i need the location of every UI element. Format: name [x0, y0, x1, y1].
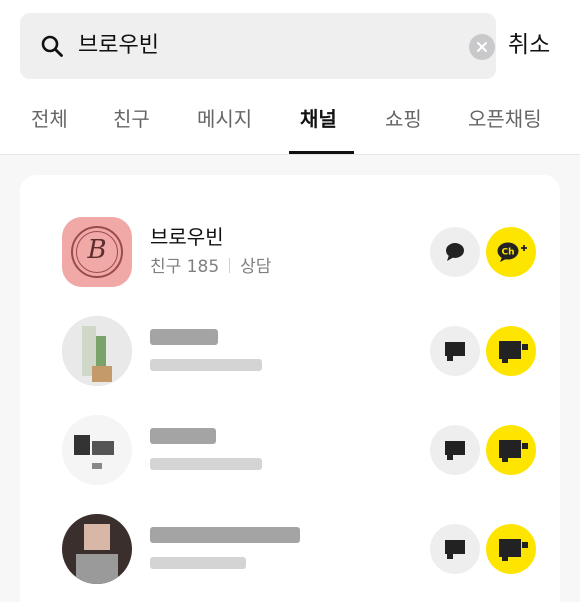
svg-text:Ch: Ch [501, 248, 514, 258]
add-channel-button[interactable] [486, 524, 536, 574]
avatar-pixel [92, 463, 102, 469]
blurred-name [150, 428, 216, 444]
add-channel-button[interactable] [486, 326, 536, 376]
clear-search-button[interactable] [469, 34, 495, 60]
cancel-button[interactable]: 취소 [508, 30, 550, 60]
active-tab-indicator [289, 151, 354, 154]
channel-meta: 친구 185 상담 [150, 256, 271, 278]
chat-button[interactable] [430, 326, 480, 376]
channel-result-row[interactable]: B 브로우빈 친구 185 상담 Ch [20, 212, 560, 292]
blurred-meta [150, 458, 262, 470]
search-input[interactable]: 브로우빈 [78, 31, 159, 61]
avatar-pixel [74, 435, 90, 455]
tab-friends[interactable]: 친구 [113, 106, 150, 132]
blurred-meta [150, 557, 246, 569]
tab-open-chat[interactable]: 오픈채팅 [468, 106, 542, 132]
channel-logo: B [62, 217, 132, 287]
channel-avatar [62, 415, 132, 485]
add-channel-button[interactable] [486, 425, 536, 475]
channel-result-row[interactable] [20, 311, 560, 391]
avatar-pixel [92, 441, 114, 455]
avatar-pixel [92, 366, 112, 382]
chat-button[interactable] [430, 425, 480, 475]
ch-plus-icon [499, 341, 528, 363]
consult-label: 상담 [240, 257, 272, 277]
tab-messages[interactable]: 메시지 [197, 106, 252, 132]
search-tabs: 전체 친구 메시지 채널 쇼핑 오픈채팅 [0, 98, 580, 155]
friend-count: 친구 185 [150, 257, 220, 277]
close-icon [477, 42, 487, 52]
add-channel-button[interactable]: Ch [486, 227, 536, 277]
ch-plus-icon [499, 440, 528, 462]
channel-result-row[interactable] [20, 410, 560, 490]
tab-shopping[interactable]: 쇼핑 [385, 106, 422, 132]
search-header: 브로우빈 취소 전체 친구 메시지 채널 쇼핑 오픈채팅 [0, 0, 580, 155]
avatar-pixel [84, 524, 110, 550]
search-icon [41, 35, 63, 57]
chat-button[interactable] [430, 524, 480, 574]
blurred-name [150, 527, 300, 543]
tab-channels[interactable]: 채널 [300, 106, 337, 132]
channel-name: 브로우빈 [150, 225, 224, 249]
logo-letter: B [87, 235, 107, 265]
results-card: B 브로우빈 친구 185 상담 Ch [20, 175, 560, 602]
chat-button[interactable] [430, 227, 480, 277]
blurred-name [150, 329, 218, 345]
ch-plus-icon [499, 539, 528, 561]
meta-divider [229, 258, 231, 273]
tab-all[interactable]: 전체 [31, 106, 68, 132]
ch-plus-icon: Ch [497, 242, 527, 262]
avatar-pixel [76, 554, 118, 584]
avatar-pixel [96, 336, 106, 366]
search-bar[interactable]: 브로우빈 [20, 13, 496, 79]
blurred-meta [150, 359, 262, 371]
channel-avatar [62, 316, 132, 386]
channel-result-row[interactable] [20, 509, 560, 589]
speech-bubble-icon [445, 342, 465, 361]
speech-bubble-icon [446, 243, 464, 261]
speech-bubble-icon [445, 441, 465, 460]
channel-avatar [62, 514, 132, 584]
speech-bubble-icon [445, 540, 465, 559]
